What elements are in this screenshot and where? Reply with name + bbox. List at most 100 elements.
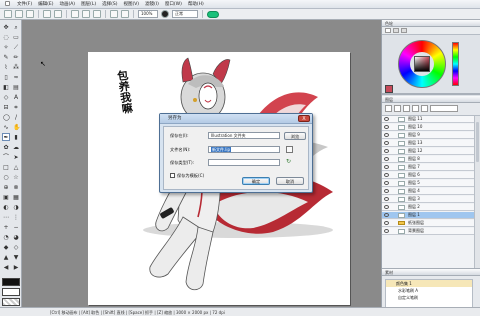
new-folder-button[interactable]: [394, 105, 401, 112]
eye-icon[interactable]: [384, 165, 389, 169]
layer-row[interactable]: 图层 6: [382, 172, 474, 179]
operation-tool-icon[interactable]: ➤: [12, 153, 20, 161]
sub-tool-r-icon[interactable]: ◇: [12, 243, 20, 251]
fill-tool-icon[interactable]: ◧: [2, 83, 10, 91]
duplicate-layer-button[interactable]: [403, 105, 410, 112]
layer-row-selected[interactable]: 图层 1: [382, 212, 474, 219]
marker-tool-icon[interactable]: ▮: [12, 133, 20, 141]
eyedropper-icon[interactable]: ⟋: [12, 43, 20, 51]
sub-tool-e-icon[interactable]: ⊕: [2, 183, 10, 191]
menu-help[interactable]: 帮助(H): [185, 0, 207, 9]
eye-icon[interactable]: [384, 117, 389, 121]
curve-tool-icon[interactable]: ∿: [2, 123, 10, 131]
frame-tool-icon[interactable]: ⌗: [12, 103, 20, 111]
color-tab-wheel[interactable]: [385, 28, 391, 33]
layer-row[interactable]: 图层 10: [382, 124, 474, 131]
eye-icon[interactable]: [384, 213, 389, 217]
wand-tool-icon[interactable]: ✧: [2, 43, 10, 51]
layer-row[interactable]: 背景图层: [382, 228, 474, 235]
zoom-tool-icon[interactable]: ⌕: [12, 23, 20, 31]
new-file-button[interactable]: [4, 10, 12, 18]
saturation-value-square[interactable]: [414, 56, 430, 72]
eye-icon[interactable]: [384, 221, 389, 225]
move-tool-icon[interactable]: ✥: [2, 23, 10, 31]
sub-tool-h-icon[interactable]: ▦: [12, 193, 20, 201]
hue-slider[interactable]: [452, 42, 459, 86]
sub-tool-n-icon[interactable]: −: [12, 223, 20, 231]
menu-select[interactable]: 选择(S): [99, 0, 120, 9]
layer-folder-row[interactable]: 纸张图层: [382, 220, 474, 227]
ok-button[interactable]: 确定: [242, 177, 270, 185]
sub-tool-v-icon[interactable]: ▶: [12, 263, 20, 271]
sub-tool-l-icon[interactable]: ⋮: [12, 213, 20, 221]
rect-select-icon[interactable]: ▭: [12, 33, 20, 41]
sub-tool-j-icon[interactable]: ◑: [12, 203, 20, 211]
paste-button[interactable]: [93, 10, 101, 18]
eye-icon[interactable]: [384, 133, 389, 137]
eraser-tool-icon[interactable]: ▯: [2, 73, 10, 81]
merge-layer-button[interactable]: [412, 105, 419, 112]
redo-button[interactable]: [54, 10, 62, 18]
open-file-button[interactable]: [15, 10, 23, 18]
menu-animation[interactable]: 动画(A): [56, 0, 78, 9]
sub-tool-g-icon[interactable]: ▣: [2, 193, 10, 201]
sub-tool-b-icon[interactable]: △: [12, 163, 20, 171]
file-name-field[interactable]: 新文件.lip: [208, 146, 280, 153]
refresh-icon[interactable]: ↻: [286, 159, 293, 166]
sub-tool-d-icon[interactable]: ☆: [12, 173, 20, 181]
pen-tool-icon[interactable]: ✎: [2, 53, 10, 61]
blend-mode-select[interactable]: 正常: [172, 10, 198, 18]
dialog-close-button[interactable]: X: [298, 115, 310, 122]
layer-row[interactable]: 图层 11: [382, 116, 474, 123]
pen-selected-icon[interactable]: ✒: [2, 133, 10, 141]
save-in-select[interactable]: Illustration 文件夹: [208, 132, 280, 139]
eye-icon[interactable]: [384, 149, 389, 153]
brush-tool-icon[interactable]: ⌇: [2, 63, 10, 71]
airbrush-icon[interactable]: ⁂: [12, 63, 20, 71]
zoom-field[interactable]: 100%: [138, 10, 158, 18]
layer-row[interactable]: 图层 12: [382, 148, 474, 155]
shape-tool-icon[interactable]: ◇: [2, 93, 10, 101]
menu-filter[interactable]: 滤镜(I): [142, 0, 162, 9]
eye-icon[interactable]: [384, 157, 389, 161]
color-wheel[interactable]: [398, 40, 446, 88]
decoration-tool-icon[interactable]: ✿: [2, 143, 10, 151]
layer-row[interactable]: 图层 3: [382, 196, 474, 203]
sub-tool-i-icon[interactable]: ◐: [2, 203, 10, 211]
sub-tool-m-icon[interactable]: +: [2, 223, 10, 231]
pencil-tool-icon[interactable]: ✏: [12, 53, 20, 61]
main-color-swatch[interactable]: [2, 278, 20, 286]
sub-tool-u-icon[interactable]: ◀: [2, 263, 10, 271]
gradient-tool-icon[interactable]: ▤: [12, 83, 20, 91]
lasso-tool-icon[interactable]: ◌: [2, 33, 10, 41]
eye-icon[interactable]: [384, 181, 389, 185]
eye-icon[interactable]: [384, 141, 389, 145]
layer-row[interactable]: 图层 7: [382, 164, 474, 171]
menu-layer[interactable]: 图层(L): [78, 0, 99, 9]
flip-button[interactable]: [121, 10, 129, 18]
main-color-chip[interactable]: [385, 85, 393, 93]
menu-file[interactable]: 文件(F): [14, 0, 35, 9]
delete-layer-button[interactable]: [421, 105, 428, 112]
color-circle-icon[interactable]: [161, 10, 169, 18]
eye-icon[interactable]: [384, 205, 389, 209]
sub-tool-k-icon[interactable]: ⋯: [2, 213, 10, 221]
sub-tool-c-icon[interactable]: ○: [2, 173, 10, 181]
browse-button[interactable]: 浏览: [284, 132, 306, 140]
sub-tool-p-icon[interactable]: ◕: [12, 233, 20, 241]
eye-icon[interactable]: [384, 229, 389, 233]
hand-tool-icon[interactable]: ✋: [12, 123, 20, 131]
balloon-tool-icon[interactable]: ◯: [2, 113, 10, 121]
eye-icon[interactable]: [384, 125, 389, 129]
layer-scrollbar[interactable]: [474, 116, 480, 268]
opacity-field[interactable]: [430, 105, 458, 112]
sub-color-swatch[interactable]: [2, 288, 20, 296]
ruler-tool-icon[interactable]: ⊟: [2, 103, 10, 111]
sync-toggle[interactable]: [207, 10, 219, 18]
transform-button[interactable]: [110, 10, 118, 18]
menu-edit[interactable]: 编辑(E): [35, 0, 56, 9]
line-tool-icon[interactable]: /: [12, 113, 20, 121]
material-item[interactable]: 自定义笔刷: [386, 294, 472, 301]
sub-tool-a-icon[interactable]: □: [2, 163, 10, 171]
layer-row[interactable]: 图层 9: [382, 132, 474, 139]
